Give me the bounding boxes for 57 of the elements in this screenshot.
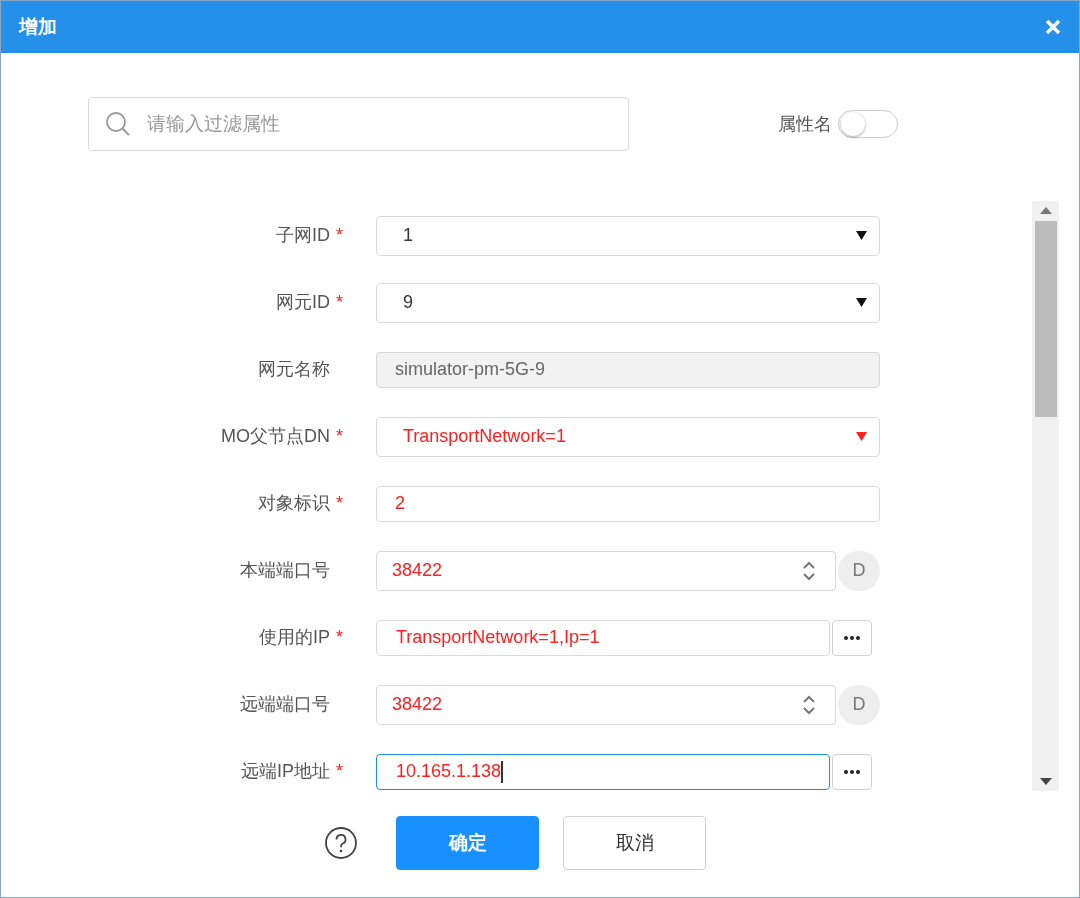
dropdown-arrow-icon xyxy=(856,432,867,441)
default-button[interactable]: D xyxy=(838,684,880,725)
field-value: 10.165.1.138 xyxy=(396,759,503,785)
required-mark: * xyxy=(336,224,344,247)
field-value: simulator-pm-5G-9 xyxy=(395,358,546,381)
window-title: 增加 xyxy=(19,14,57,39)
number-field[interactable]: 38422 xyxy=(376,550,836,591)
required-mark: * xyxy=(336,291,344,314)
field-value: 38422 xyxy=(392,559,443,582)
input-field[interactable]: TransportNetwork=1,Ip=1 xyxy=(376,619,830,656)
select-field[interactable]: 1 xyxy=(376,215,880,256)
required-mark: * xyxy=(336,492,344,515)
close-icon[interactable] xyxy=(1045,19,1061,35)
more-icon xyxy=(844,769,860,774)
field-value: TransportNetwork=1,Ip=1 xyxy=(396,626,600,649)
field-value: 1 xyxy=(403,224,413,247)
required-mark: * xyxy=(336,760,344,783)
toggle-switch[interactable] xyxy=(838,110,898,138)
search-field[interactable]: 请输入过滤属性 xyxy=(88,97,629,151)
toggle-label: 属性名 xyxy=(778,112,832,136)
search-input[interactable]: 请输入过滤属性 xyxy=(147,109,587,139)
required-mark: * xyxy=(336,425,344,448)
field-value: 9 xyxy=(403,291,413,314)
scroll-up-icon[interactable] xyxy=(1039,207,1052,214)
input-field[interactable]: 2 xyxy=(376,485,880,522)
field-label: MO父节点DN xyxy=(221,425,330,448)
number-field[interactable]: 38422 xyxy=(376,684,836,725)
search-icon xyxy=(105,111,131,137)
browse-button[interactable] xyxy=(832,753,872,790)
stepper-icon[interactable] xyxy=(803,693,815,716)
field-label: 子网ID xyxy=(276,224,330,247)
help-icon[interactable] xyxy=(324,826,358,860)
required-mark: * xyxy=(336,626,344,649)
field-label: 使用的IP xyxy=(259,626,330,649)
field-value: 38422 xyxy=(392,693,443,716)
more-icon xyxy=(844,635,860,640)
select-field[interactable]: TransportNetwork=1 xyxy=(376,416,880,457)
default-button[interactable]: D xyxy=(838,550,880,591)
field-label: 网元ID xyxy=(276,291,330,314)
field-label: 远端IP地址 xyxy=(241,760,330,783)
dropdown-arrow-icon xyxy=(856,231,867,240)
browse-button[interactable] xyxy=(832,619,872,656)
input-field[interactable]: 10.165.1.138 xyxy=(376,753,830,790)
field-value: 2 xyxy=(395,492,405,515)
select-field[interactable]: 9 xyxy=(376,282,880,323)
field-value: TransportNetwork=1 xyxy=(403,425,566,448)
field-label: 网元名称 xyxy=(258,358,330,381)
cancel-button[interactable]: 取消 xyxy=(563,816,706,870)
text-cursor xyxy=(501,760,503,783)
scroll-down-icon[interactable] xyxy=(1039,778,1052,785)
stepper-icon[interactable] xyxy=(803,559,815,582)
dropdown-arrow-icon xyxy=(856,298,867,307)
field-label: 本端端口号 xyxy=(240,559,330,582)
field-label: 对象标识 xyxy=(258,492,330,515)
confirm-button[interactable]: 确定 xyxy=(396,816,539,870)
field-label: 远端端口号 xyxy=(240,693,330,716)
scrollbar[interactable] xyxy=(1032,201,1059,791)
